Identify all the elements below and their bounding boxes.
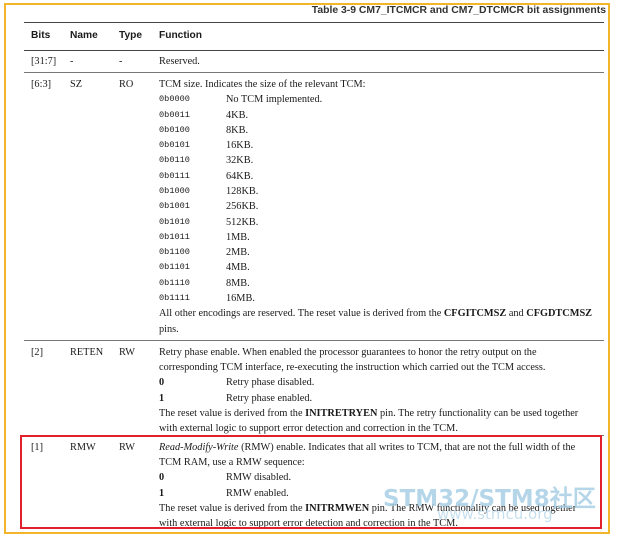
name-cell: - [70,56,74,67]
header-bits: Bits [31,30,51,41]
encoding-row: 0b0100 8KB. [159,123,599,138]
encoding-code: 0b1101 [159,262,190,273]
name-cell: RETEN [70,347,104,358]
bits-cell: [31:7] [31,56,57,67]
encoding-desc: 8KB. [226,124,249,136]
encoding-row: 0b1110 8MB. [159,276,599,291]
encoding-code: 0b0101 [159,140,190,151]
name-cell: SZ [70,79,83,90]
encoding-row: 0b1000 128KB. [159,184,599,199]
reset-note: The reset value is derived from the INIT… [159,406,599,421]
encoding-desc: 32KB. [226,155,254,167]
function-description: TCM size. Indicates the size of the rele… [159,79,366,90]
function-cell: Retry phase enable. When enabled the pro… [159,345,599,436]
function-cell: Reserved. [159,56,200,67]
encoding-code: 0b0100 [159,124,190,135]
option-value: 1 [159,392,165,404]
row-divider [24,340,604,341]
header-type: Type [119,30,143,41]
encoding-row: 0b0111 64KB. [159,169,599,184]
encoding-desc: 64KB. [226,170,254,182]
note-text: pins. [159,323,179,335]
option-desc: Retry phase disabled. [226,377,315,389]
encoding-code: 0b0110 [159,155,190,166]
type-cell: - [119,56,123,67]
watermark-url: www.stmcu.org [437,505,553,523]
encoding-row: 0b0110 32KB. [159,153,599,168]
encoding-code: 0b1011 [159,231,190,242]
option-row: 1 Retry phase enabled. [159,391,599,406]
encoding-code: 0b1000 [159,185,190,196]
bits-cell: [6:3] [31,79,52,90]
encoding-code: 0b0000 [159,94,190,105]
encoding-row: 0b0011 4KB. [159,108,599,123]
encoding-row: 0b0101 16KB. [159,138,599,153]
encoding-row: 0b0000 No TCM implemented. [159,92,599,107]
type-cell: RO [119,79,134,90]
reset-note: All other encodings are reserved. The re… [159,306,599,321]
encoding-desc: 2MB. [226,247,250,259]
note-text: All other encodings are reserved. The re… [159,308,444,320]
encoding-desc: 4MB. [226,262,250,274]
pin-name: CFGITCMSZ [443,308,507,320]
header-function: Function [159,30,203,41]
encoding-code: 0b1110 [159,277,190,288]
encoding-desc: 16KB. [226,140,254,152]
encoding-desc: 512KB. [226,216,259,228]
function-description: corresponding TCM interface, re-executin… [159,362,546,374]
encoding-code: 0b1111 [159,293,190,304]
function-description: Retry phase enable. When enabled the pro… [159,347,537,358]
encoding-desc: 4KB. [226,109,249,121]
function-cell: TCM size. Indicates the size of the rele… [159,77,599,337]
table-caption: Table 3-9 CM7_ITCMCR and CM7_DTCMCR bit … [311,5,606,16]
encoding-row: 0b1100 2MB. [159,245,599,260]
encoding-code: 0b0111 [159,170,190,181]
header-name: Name [70,30,98,41]
bits-cell: [2] [31,347,44,358]
row-divider [24,72,604,73]
option-value: 0 [159,377,165,389]
encoding-desc: 8MB. [226,277,250,289]
encoding-code: 0b0011 [159,109,190,120]
encoding-row: 0b1010 512KB. [159,215,599,230]
option-desc: Retry phase enabled. [226,392,313,404]
encoding-row: 0b1001 256KB. [159,199,599,214]
encoding-code: 0b1010 [159,216,190,227]
encoding-desc: 16MB. [226,293,255,305]
option-row: 0 Retry phase disabled. [159,375,599,390]
header-rule [24,50,604,51]
encoding-code: 0b1001 [159,201,190,212]
encoding-desc: No TCM implemented. [226,94,323,106]
type-cell: RW [119,347,136,358]
note-text: and [506,308,527,320]
pin-name: INITRETRYEN [305,408,378,419]
encoding-row: 0b1101 4MB. [159,260,599,275]
encoding-row: 0b1111 16MB. [159,291,599,306]
encoding-desc: 1MB. [226,231,250,243]
encoding-desc: 128KB. [226,185,259,197]
note-text: The reset value is derived from the [159,408,306,419]
note-text: pin. The retry functionality can be used… [377,408,579,419]
pin-name: CFGDTCMSZ [526,308,593,320]
encoding-desc: 256KB. [226,201,259,213]
table-top-rule [24,22,604,23]
encoding-code: 0b1100 [159,247,190,258]
encoding-row: 0b1011 1MB. [159,230,599,245]
